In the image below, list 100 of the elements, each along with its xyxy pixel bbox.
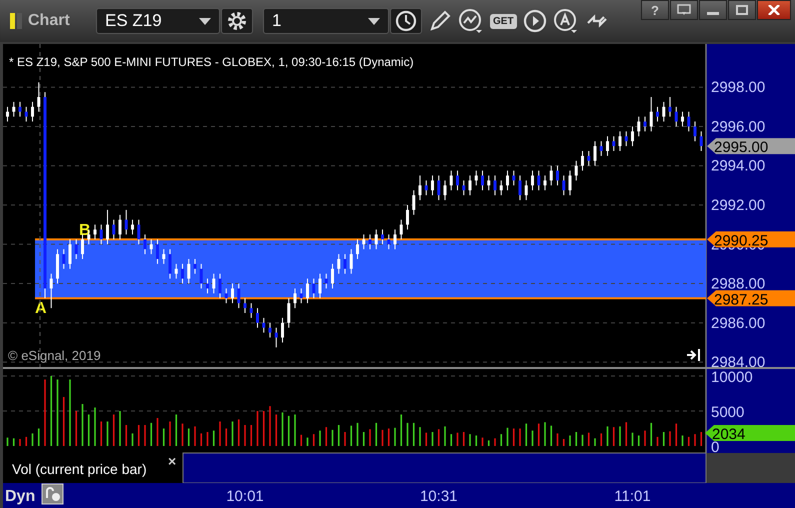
circled-letter-icon[interactable] — [552, 8, 579, 34]
candlestick — [281, 317, 284, 343]
line-chart-icon[interactable] — [458, 8, 484, 34]
candlestick — [224, 288, 228, 304]
get-button[interactable]: GET — [490, 14, 517, 28]
candlestick — [144, 234, 146, 255]
price-axis-label: 2994.00 — [711, 158, 766, 175]
candlestick — [168, 248, 172, 280]
candlestick — [437, 175, 440, 201]
lock-icon[interactable] — [42, 484, 64, 504]
candlestick — [662, 101, 666, 122]
candlestick — [237, 283, 240, 309]
candlestick — [506, 170, 509, 191]
close-study-button[interactable]: × — [168, 453, 176, 469]
candlestick — [474, 170, 478, 186]
candlestick — [324, 273, 328, 289]
candlestick — [262, 317, 266, 334]
chart-header: * ES Z19, S&P 500 E-MINI FUTURES - GLOBEX, 1, 09:30-16:15 (Dynamic) — [9, 55, 414, 69]
price-axis-label: 2984.00 — [711, 354, 766, 372]
clock-button[interactable] — [390, 8, 422, 34]
candlestick — [524, 180, 528, 201]
candlestick — [631, 126, 634, 147]
play-icon[interactable] — [522, 9, 547, 33]
candlestick — [18, 101, 22, 118]
scroll-to-end-icon[interactable] — [686, 349, 700, 361]
volume-axis-label: 5000 — [711, 404, 744, 421]
interval-dropdown[interactable]: 1 — [263, 8, 389, 34]
candlestick — [374, 229, 378, 250]
candlestick — [312, 278, 316, 299]
candlestick — [531, 170, 534, 191]
candlestick — [444, 180, 446, 201]
candlestick — [600, 140, 603, 156]
candlestick — [218, 273, 222, 299]
candlestick — [131, 219, 134, 235]
minimize-icon — [707, 12, 719, 14]
pencil-icon[interactable] — [428, 9, 452, 33]
maximize-button[interactable] — [728, 0, 756, 20]
candlestick — [500, 180, 503, 196]
candlestick — [606, 136, 609, 156]
candlestick — [294, 288, 296, 309]
chart-indicator-icon — [10, 13, 22, 29]
close-button[interactable] — [757, 0, 791, 20]
candlestick — [387, 234, 390, 250]
price-axis-label: 2986.00 — [711, 314, 766, 332]
candlestick — [37, 82, 40, 112]
candlestick — [94, 224, 96, 240]
candlestick — [212, 273, 216, 294]
candlestick — [450, 170, 453, 191]
candlestick — [318, 273, 322, 299]
candlestick — [368, 234, 372, 250]
window-title: Chart — [28, 12, 71, 30]
caret-icon — [368, 18, 380, 24]
candlestick — [74, 238, 78, 260]
candlestick — [112, 219, 116, 240]
candlestick — [137, 219, 140, 245]
candlestick — [31, 101, 34, 122]
candlestick — [674, 106, 678, 127]
window-dock-icon — [677, 4, 691, 16]
candlestick — [231, 283, 234, 304]
candlestick — [287, 298, 290, 328]
help-button[interactable]: ? — [641, 0, 669, 20]
candlestick — [494, 175, 496, 196]
candlestick — [581, 150, 584, 172]
candlestick — [412, 190, 416, 216]
candlestick — [418, 175, 422, 201]
candlestick — [362, 234, 366, 250]
candlestick — [618, 130, 622, 152]
scale-mode-label[interactable]: Dyn — [5, 488, 36, 505]
candlestick — [174, 263, 178, 280]
candlestick — [244, 298, 246, 314]
candlestick — [624, 130, 628, 147]
candlestick — [644, 116, 646, 132]
candlestick — [274, 327, 278, 348]
candlestick — [562, 175, 566, 196]
last-price-marker: 2995.00 — [707, 138, 795, 156]
candlestick — [568, 170, 572, 196]
candlestick — [381, 229, 384, 245]
dock-button[interactable] — [670, 0, 698, 20]
candlestick — [194, 258, 196, 274]
candlestick — [694, 121, 696, 142]
study-legend-text: Vol (current price bar) — [12, 461, 147, 477]
candlestick — [594, 140, 596, 166]
time-axis-label: 10:01 — [226, 488, 264, 505]
symbol-dropdown[interactable]: ES Z19 — [96, 8, 220, 34]
settings-button[interactable] — [221, 8, 253, 34]
candlestick — [487, 175, 490, 191]
candlestick — [187, 258, 190, 284]
minimize-button[interactable] — [699, 0, 727, 20]
candlestick — [406, 204, 409, 230]
gear-icon — [226, 10, 248, 32]
time-axis-label: 11:01 — [614, 488, 651, 505]
candlestick — [250, 302, 253, 318]
candlestick — [124, 209, 128, 235]
candlestick — [424, 180, 428, 196]
volume-marker: 2034 — [705, 425, 795, 443]
candlestick — [656, 106, 659, 122]
candlestick — [118, 214, 122, 240]
candlestick — [574, 160, 578, 181]
candlestick — [587, 150, 590, 166]
candlestick — [394, 229, 396, 250]
